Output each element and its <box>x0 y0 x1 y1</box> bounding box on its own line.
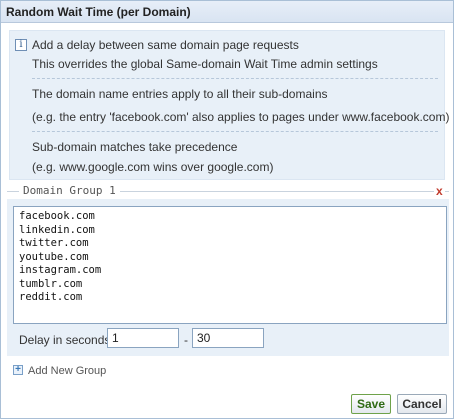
delay-label: Delay in seconds: <box>19 333 114 347</box>
delay-separator: - <box>184 333 188 347</box>
info-icon: i <box>15 39 27 51</box>
save-button[interactable]: Save <box>351 394 391 414</box>
delay-max-input[interactable] <box>192 328 264 348</box>
info-line-3: The domain name entries apply to all the… <box>32 87 328 101</box>
random-wait-time-dialog: Random Wait Time (per Domain) i Add a de… <box>0 0 454 419</box>
info-divider <box>32 78 438 79</box>
dialog-title: Random Wait Time (per Domain) <box>6 5 191 19</box>
info-divider <box>32 131 438 132</box>
info-panel: i Add a delay between same domain page r… <box>9 30 449 180</box>
group-legend: Domain Group 1 <box>19 184 120 197</box>
info-line-6: (e.g. www.google.com wins over google.co… <box>32 160 274 174</box>
cancel-button[interactable]: Cancel <box>397 394 447 414</box>
plus-icon: + <box>13 365 23 375</box>
dialog-titlebar: Random Wait Time (per Domain) <box>1 1 453 23</box>
domains-textarea[interactable] <box>13 206 447 324</box>
delay-min-input[interactable] <box>107 328 179 348</box>
info-line-1: Add a delay between same domain page req… <box>32 38 299 52</box>
add-new-group-label: Add New Group <box>28 365 107 377</box>
info-line-2: This overrides the global Same-domain Wa… <box>32 57 378 71</box>
info-line-4: (e.g. the entry 'facebook.com' also appl… <box>32 110 450 124</box>
info-line-5: Sub-domain matches take precedence <box>32 140 238 154</box>
remove-group-button[interactable]: x <box>434 184 445 198</box>
